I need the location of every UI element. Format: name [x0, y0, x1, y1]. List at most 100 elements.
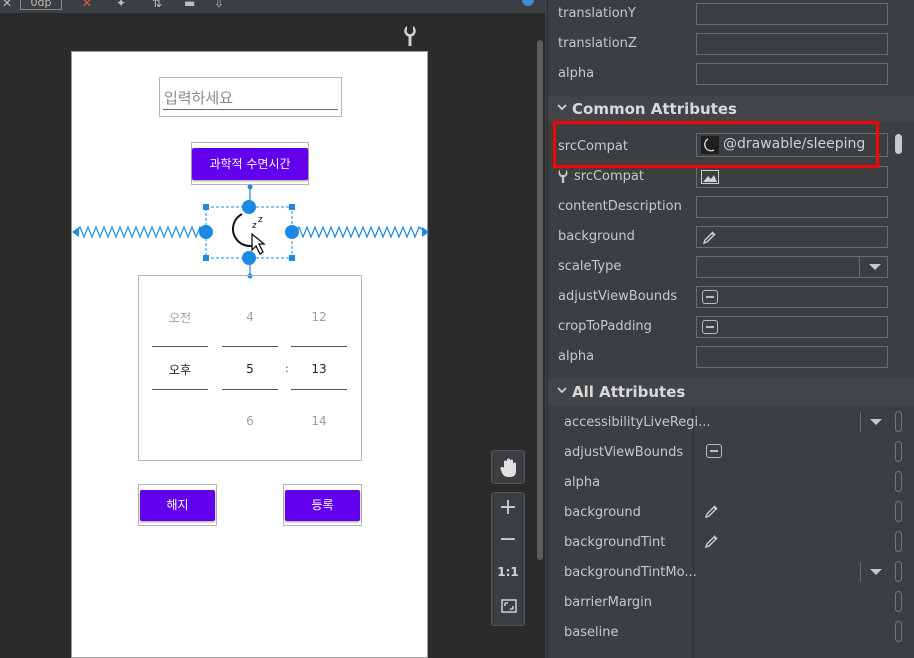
- register-button[interactable]: 등록: [285, 490, 360, 521]
- left-constraint-spring[interactable]: [75, 225, 205, 239]
- design-toolbar: ✕ 0dp ✕ ✦ ⇅ ▬ ⇩: [0, 0, 545, 14]
- all-attr-backgroundTint-label: backgroundTint: [564, 535, 666, 550]
- guidelines-icon[interactable]: ⇅: [152, 0, 162, 10]
- all-attr-backgroundTintMode-label: backgroundTintMo...: [564, 565, 697, 580]
- attr-edit-handle[interactable]: [895, 621, 902, 642]
- attr-tools-srcCompat-field[interactable]: [696, 166, 888, 188]
- device-preview[interactable]: 입력하세요 과학적 수면시간 z z 오전 오후 4 5 6: 12 13 1…: [71, 51, 429, 658]
- eyedropper-icon[interactable]: [704, 533, 720, 549]
- attr-adjustViewBounds-label: adjustViewBounds: [558, 289, 678, 304]
- attr-edit-handle[interactable]: [895, 531, 902, 552]
- chevron-down-icon: [870, 569, 882, 575]
- image-icon: [701, 170, 719, 184]
- picker-ampm-prev[interactable]: 오전: [152, 309, 208, 326]
- attr-scaleType-label: scaleType: [558, 259, 622, 274]
- attr-scaleType-dropdown[interactable]: [696, 256, 888, 278]
- resource-picker-handle[interactable]: [895, 134, 902, 154]
- sleep-time-button[interactable]: 과학적 수면시간: [192, 148, 308, 180]
- boolean-flag-icon[interactable]: [702, 290, 718, 304]
- resize-handle-br[interactable]: [289, 255, 295, 261]
- edit-text-field[interactable]: 입력하세요: [159, 77, 342, 117]
- all-attributes-title: All Attributes: [572, 383, 686, 401]
- eyedropper-icon[interactable]: [704, 503, 720, 519]
- android-studio-layout-editor: ✕ 0dp ✕ ✦ ⇅ ▬ ⇩ 입력하세요 과학적 수면시간 z z 오전 오후…: [0, 0, 914, 658]
- selection-box[interactable]: [205, 206, 293, 259]
- wrench-icon[interactable]: [403, 26, 417, 46]
- boolean-flag-icon[interactable]: [706, 444, 722, 458]
- infer-constraints-icon[interactable]: ✦: [116, 0, 126, 10]
- eyedropper-icon[interactable]: [702, 229, 718, 245]
- cancel-button[interactable]: 해지: [140, 490, 215, 521]
- imageview-selection[interactable]: z z: [72, 182, 429, 282]
- attr-edit-handle[interactable]: [895, 411, 902, 432]
- dropdown-button[interactable]: [860, 412, 888, 432]
- resize-handle-tr[interactable]: [289, 204, 295, 210]
- pan-icon[interactable]: ✕: [2, 0, 12, 10]
- all-attr-barrierMargin-label: barrierMargin: [564, 595, 653, 610]
- edit-text-underline: [163, 109, 338, 110]
- svg-text:z: z: [258, 215, 263, 225]
- chevron-down-icon: [870, 419, 882, 425]
- zoom-out-button[interactable]: −: [492, 527, 524, 552]
- attr-edit-handle[interactable]: [895, 561, 902, 582]
- pan-tool[interactable]: [491, 450, 525, 484]
- dropdown-button[interactable]: [859, 257, 887, 277]
- common-attributes-title: Common Attributes: [572, 100, 737, 118]
- picker-hour-next[interactable]: 6: [222, 414, 278, 428]
- picker-divider: [291, 389, 347, 390]
- common-attributes-header[interactable]: Common Attributes: [548, 96, 914, 122]
- resize-handle-tl[interactable]: [203, 204, 209, 210]
- picker-hour-prev[interactable]: 4: [222, 310, 278, 324]
- picker-minute-current[interactable]: 13: [291, 362, 347, 376]
- chevron-down-icon: [557, 104, 567, 111]
- picker-divider: [152, 389, 208, 390]
- left-constraint-handle[interactable]: [199, 225, 213, 239]
- attr-background-label: background: [558, 229, 635, 244]
- info-icon[interactable]: [522, 0, 534, 6]
- picker-minute-next[interactable]: 14: [291, 414, 347, 428]
- zoom-actual-size-button[interactable]: 1:1: [492, 565, 524, 579]
- attributes-panel: translationY translationZ alpha Common A…: [547, 0, 914, 658]
- attr-edit-handle[interactable]: [895, 591, 902, 612]
- zoom-to-fit-icon[interactable]: [501, 599, 517, 613]
- align-icon[interactable]: ▬: [184, 0, 195, 10]
- all-attr-alpha-label: alpha: [564, 475, 601, 490]
- resize-handle-bl[interactable]: [203, 255, 209, 261]
- picker-minute-prev[interactable]: 12: [291, 310, 347, 324]
- all-attributes-header[interactable]: All Attributes: [548, 379, 914, 405]
- canvas-scrollbar[interactable]: [537, 40, 543, 560]
- distribute-icon[interactable]: ⇩: [214, 0, 224, 10]
- boolean-flag-icon[interactable]: [702, 320, 718, 334]
- all-attr-accessibilityLiveRegion-label: accessibilityLiveRegi...: [564, 415, 711, 430]
- attr-cropToPadding-label: cropToPadding: [558, 319, 652, 334]
- chevron-down-icon: [557, 387, 567, 394]
- attr-edit-handle[interactable]: [895, 501, 902, 522]
- attr-edit-handle[interactable]: [895, 471, 902, 492]
- time-picker[interactable]: 오전 오후 4 5 6 : 12 13 14: [138, 275, 362, 461]
- attr-alpha-field[interactable]: [696, 63, 888, 85]
- design-canvas[interactable]: 입력하세요 과학적 수면시간 z z 오전 오후 4 5 6: 12 13 1…: [0, 14, 545, 658]
- chevron-down-icon: [869, 264, 881, 270]
- picker-ampm-current[interactable]: 오후: [152, 361, 208, 378]
- picker-hour-current[interactable]: 5: [222, 362, 278, 376]
- zoom-in-button[interactable]: +: [492, 495, 524, 520]
- bottom-constraint-handle[interactable]: [242, 251, 256, 265]
- attr-contentDescription-field[interactable]: [696, 196, 888, 218]
- top-constraint-handle[interactable]: [242, 200, 256, 214]
- dropdown-button[interactable]: [860, 562, 888, 582]
- attr-translationZ-field[interactable]: [696, 33, 888, 55]
- clear-constraints-icon[interactable]: ✕: [82, 0, 92, 10]
- right-constraint-handle[interactable]: [285, 225, 299, 239]
- attr-common-alpha-field[interactable]: [696, 346, 888, 368]
- top-anchor-dot[interactable]: [247, 184, 253, 190]
- attr-background-field[interactable]: [696, 226, 888, 248]
- attr-edit-handle[interactable]: [895, 441, 902, 462]
- attr-cropToPadding-field[interactable]: [696, 316, 888, 338]
- attr-translationY-field[interactable]: [696, 3, 888, 25]
- default-margin-dropdown[interactable]: 0dp: [20, 0, 62, 10]
- column-separator: [693, 408, 694, 658]
- zoom-controls: + − 1:1: [491, 492, 525, 626]
- right-constraint-spring[interactable]: [294, 225, 426, 239]
- attr-adjustViewBounds-field[interactable]: [696, 286, 888, 308]
- picker-divider: [291, 346, 347, 347]
